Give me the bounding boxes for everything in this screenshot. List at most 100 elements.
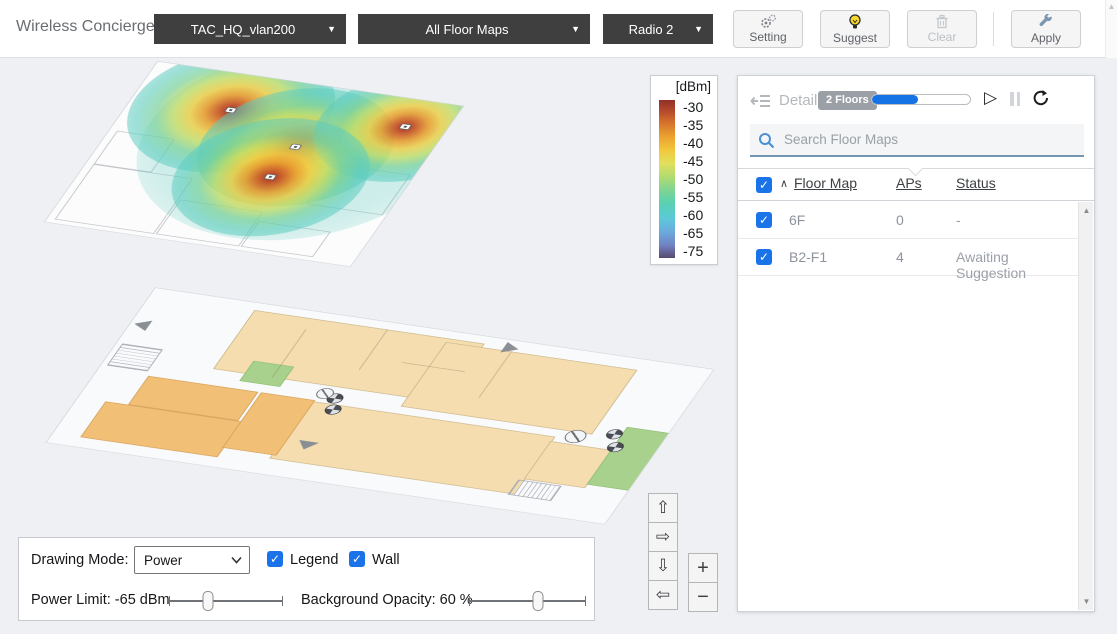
drawing-mode-label: Drawing Mode: [31, 552, 129, 568]
scroll-down-icon[interactable]: ▼ [1079, 597, 1094, 606]
pan-down-button[interactable]: ⇩ [648, 551, 678, 581]
chevron-down-icon: ▼ [571, 25, 580, 34]
floors-count-badge: 2 Floors [818, 91, 877, 110]
legend-tick: -55 [683, 190, 703, 204]
suggest-button[interactable]: Suggest [820, 10, 890, 48]
arrow-up-icon: ⇧ [656, 498, 670, 518]
toolbar-divider [993, 12, 994, 46]
legend-tick: -60 [683, 208, 703, 222]
check-icon: ✓ [352, 552, 362, 566]
zoom-out-button[interactable]: − [688, 582, 718, 612]
gear-icon [759, 14, 777, 29]
clear-button[interactable]: Clear [907, 10, 977, 48]
zoom-in-button[interactable]: + [688, 553, 718, 583]
scroll-up-icon[interactable]: ▲ [1079, 206, 1094, 215]
cell-status: Awaiting Suggestion [956, 249, 1078, 281]
check-icon: ✓ [270, 552, 280, 566]
background-opacity-slider[interactable] [469, 600, 586, 602]
pause-icon [1017, 92, 1021, 106]
arrow-left-icon: ⇦ [656, 585, 670, 605]
drawing-controls-panel: Drawing Mode: Power ✓ Legend ✓ Wall Powe… [18, 537, 595, 621]
panel-scrollbar[interactable]: ▲ ▼ [1078, 202, 1093, 610]
legend-tick: -30 [683, 100, 703, 114]
sort-asc-icon: ∧ [780, 177, 788, 190]
chevron-down-icon: ▼ [694, 25, 703, 34]
refresh-icon [1032, 89, 1050, 107]
legend-tick: -35 [683, 118, 703, 132]
network-dropdown[interactable]: TAC_HQ_vlan200 ▼ [154, 14, 346, 44]
search-input[interactable] [750, 124, 1084, 157]
cell-aps: 0 [896, 212, 904, 228]
background-opacity-label: Background Opacity: 60 % [301, 592, 473, 608]
apply-button[interactable]: Apply [1011, 10, 1081, 48]
floor-map-b2f1[interactable] [45, 287, 714, 524]
trash-icon [935, 14, 949, 29]
legend-tick: -75 [683, 244, 703, 258]
page-scrollbar[interactable]: ▲ [1105, 0, 1117, 58]
plus-icon: + [697, 557, 709, 580]
floor-map-6f[interactable] [44, 61, 465, 267]
legend-checkbox-label: Legend [290, 552, 338, 568]
legend-checkbox[interactable]: ✓ [267, 551, 283, 567]
check-icon: ✓ [759, 250, 769, 264]
table-row-6f[interactable]: ✓ 6F 0 - [738, 202, 1078, 239]
apply-button-label: Apply [1031, 31, 1061, 45]
pan-up-button[interactable]: ⇧ [648, 493, 678, 523]
power-limit-label: Power Limit: -65 dBm [31, 592, 170, 608]
column-header-floor-map[interactable]: Floor Map [794, 175, 857, 191]
minus-icon: − [697, 586, 709, 609]
cell-status: - [956, 212, 961, 228]
legend-tick: -50 [683, 172, 703, 186]
floors-progress-fill [872, 95, 918, 104]
chevron-down-icon: ▼ [327, 25, 336, 34]
legend-tick: -40 [683, 136, 703, 150]
pause-button[interactable] [1010, 92, 1020, 106]
row-checkbox[interactable]: ✓ [756, 212, 772, 228]
table-row-b2f1[interactable]: ✓ B2-F1 4 Awaiting Suggestion [738, 239, 1078, 276]
stairs [107, 344, 163, 372]
floors-progress [871, 94, 971, 105]
play-button[interactable]: ▷ [984, 88, 997, 108]
details-toggle[interactable]: Details [750, 92, 825, 109]
map-arrow-marker [131, 318, 153, 330]
pan-left-button[interactable]: ⇦ [648, 580, 678, 610]
table-header-row: ✓ ∧ Floor Map APs Status [738, 169, 1094, 201]
setting-button-label: Setting [749, 30, 786, 44]
column-header-status[interactable]: Status [956, 175, 996, 191]
column-header-aps[interactable]: APs [896, 175, 922, 191]
radio-dropdown[interactable]: Radio 2 ▼ [603, 14, 713, 44]
legend-tick: -65 [683, 226, 703, 240]
suggest-button-label: Suggest [833, 31, 877, 45]
wall-checkbox-label: Wall [372, 552, 400, 568]
select-all-checkbox[interactable]: ✓ [756, 177, 772, 193]
background-opacity-slider-thumb[interactable] [533, 591, 544, 611]
arrow-down-icon: ⇩ [656, 556, 670, 576]
radio-dropdown-value: Radio 2 [629, 22, 688, 37]
power-limit-slider[interactable] [169, 600, 283, 602]
cell-aps: 4 [896, 249, 904, 265]
wall-checkbox[interactable]: ✓ [349, 551, 365, 567]
drawing-mode-select[interactable]: Power [134, 546, 250, 574]
arrow-right-icon: ⇨ [656, 527, 670, 547]
legend-tick: -45 [683, 154, 703, 168]
clear-button-label: Clear [928, 30, 957, 44]
check-icon: ✓ [759, 213, 769, 227]
app-title: Wireless Concierge [16, 18, 155, 36]
floor-maps-panel: Details 2 Floors ▷ ✓ ∧ Floor Map APs Sta… [737, 75, 1095, 612]
drawing-mode-value: Power [144, 553, 182, 568]
chevron-down-icon [231, 556, 242, 564]
row-checkbox[interactable]: ✓ [756, 249, 772, 265]
pause-icon [1010, 92, 1014, 106]
setting-button[interactable]: Setting [733, 10, 803, 48]
floor-maps-dropdown[interactable]: All Floor Maps ▼ [358, 14, 590, 44]
lightbulb-icon [848, 14, 862, 30]
dbm-legend: [dBm] -30 -35 -40 -45 -50 -55 -60 -65 -7… [650, 75, 718, 265]
floor-maps-dropdown-value: All Floor Maps [425, 22, 522, 37]
power-limit-slider-thumb[interactable] [202, 591, 213, 611]
scroll-up-icon[interactable]: ▲ [1106, 0, 1117, 14]
collapse-left-icon [750, 93, 772, 109]
legend-ticks: -30 -35 -40 -45 -50 -55 -60 -65 -75 [683, 100, 703, 258]
network-dropdown-value: TAC_HQ_vlan200 [191, 22, 310, 37]
pan-right-button[interactable]: ⇨ [648, 522, 678, 552]
refresh-button[interactable] [1032, 89, 1050, 112]
